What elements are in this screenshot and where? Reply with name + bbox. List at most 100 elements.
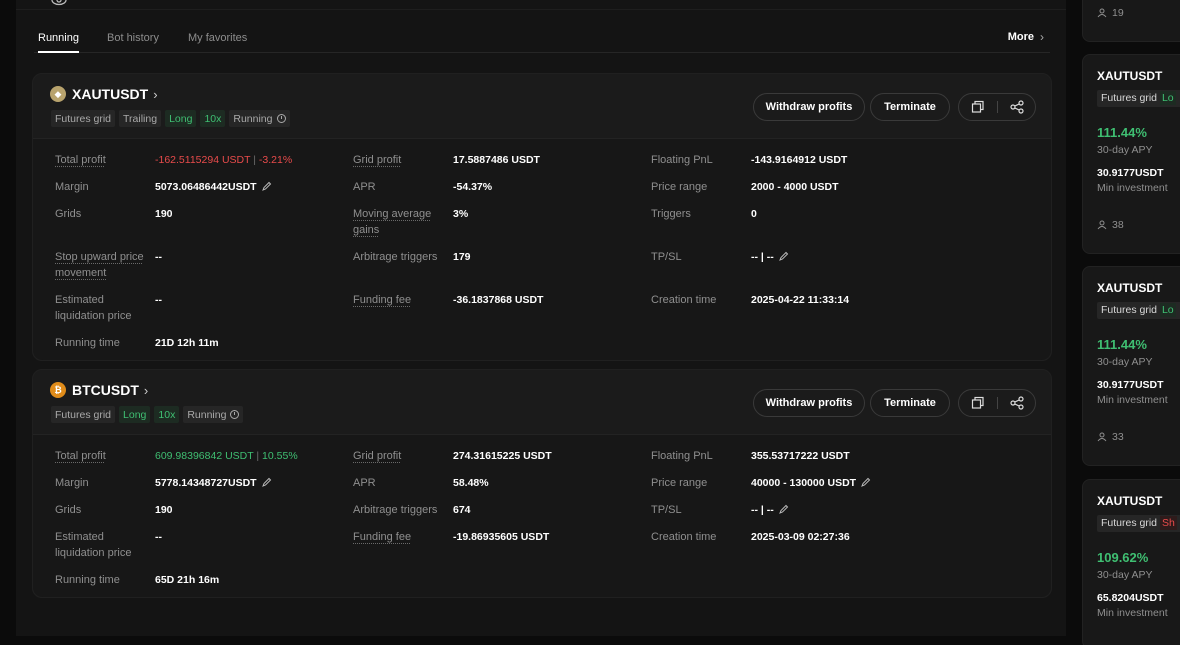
withdraw-profits-button[interactable]: Withdraw profits (753, 93, 865, 121)
grid-profit-label[interactable]: Grid profit (353, 448, 401, 464)
tab-bot-history[interactable]: Bot history (107, 32, 159, 44)
grids-label: Grids (55, 208, 82, 220)
funding-fee-value: -19.86935605 USDT (453, 531, 550, 543)
rec-apy: 111.44% (1097, 125, 1147, 140)
top-bar (16, 0, 1066, 10)
total-profit: -162.5115294 USDT | -3.21% (155, 152, 292, 168)
users-count-value: 33 (1112, 431, 1124, 443)
total-profit-label[interactable]: Total profit (55, 448, 106, 464)
stop-upward-value: -- (155, 251, 162, 263)
recommended-bots-column: 19 XAUTUSDT Futures grid Lo 111.44% 30-d… (1072, 0, 1180, 645)
rec-tags: Futures grid Sh (1097, 515, 1180, 532)
left-edge (0, 0, 14, 645)
terminate-button[interactable]: Terminate (870, 93, 950, 121)
arbitrage-triggers-value: 179 (453, 251, 471, 263)
recommended-bot-card[interactable]: XAUTUSDT Futures grid Sh 109.62% 30-day … (1082, 479, 1180, 645)
price-range-label: Price range (651, 181, 708, 193)
pencil-icon[interactable] (778, 504, 789, 514)
rec-type: Futures grid (1101, 304, 1158, 316)
liquidation-price-label: Estimated liquidation price (55, 292, 131, 324)
rec-type: Futures grid (1101, 517, 1158, 529)
rec-apy-label: 30-day APY (1097, 356, 1153, 368)
arbitrage-triggers-label: Arbitrage triggers (353, 504, 438, 516)
tag-leverage: 10x (200, 110, 226, 127)
grid-profit-value: 274.31615225 USDT (453, 450, 552, 462)
pencil-icon[interactable] (861, 477, 871, 487)
running-time-label: Running time (55, 337, 120, 349)
price-range-label: Price range (651, 477, 708, 489)
recommended-bot-card[interactable]: XAUTUSDT Futures grid Lo 111.44% 30-day … (1082, 54, 1180, 254)
divider (996, 397, 998, 409)
pencil-icon[interactable] (778, 251, 789, 261)
copy-icon[interactable] (971, 396, 985, 410)
margin-field: 5073.06486442USDT (155, 179, 272, 195)
floating-pnl-value: 355.53717222 USDT (751, 450, 850, 462)
margin-value: 5073.06486442USDT (155, 181, 257, 193)
bot-card: ₿ BTCUSDT › Futures grid Long 10x Runnin… (32, 369, 1052, 598)
tag-trailing: Trailing (119, 110, 162, 127)
total-profit-value: -162.5115294 USDT (155, 154, 251, 166)
clock-icon (230, 410, 240, 419)
tpsl-value: -- | -- (751, 251, 774, 263)
users-count: 33 (1097, 431, 1124, 443)
margin-label: Margin (55, 181, 89, 193)
more-link[interactable]: More › (1008, 30, 1044, 44)
funding-fee-value: -36.1837868 USDT (453, 294, 544, 306)
withdraw-profits-button[interactable]: Withdraw profits (753, 389, 865, 417)
rec-pair: XAUTUSDT (1097, 494, 1163, 508)
tpsl-field: -- | -- (751, 249, 789, 265)
pencil-icon[interactable] (261, 181, 272, 191)
tag-status: Running (229, 110, 290, 127)
price-range-field: 40000 - 130000 USDT (751, 475, 871, 491)
pencil-icon[interactable] (261, 477, 272, 487)
users-icon (1097, 220, 1107, 230)
liquidation-price-value: -- (155, 531, 162, 543)
tag-type: Futures grid (51, 406, 116, 423)
grid-profit-label[interactable]: Grid profit (353, 152, 401, 168)
arbitrage-triggers-label: Arbitrage triggers (353, 251, 438, 263)
rec-tags: Futures grid Lo (1097, 90, 1180, 107)
tpsl-value: -- | -- (751, 504, 774, 516)
bot-pair-link[interactable]: BTCUSDT › (72, 382, 148, 398)
bot-card-header: ◆ XAUTUSDT › Futures grid Trailing Long … (33, 74, 1051, 138)
label-line: liquidation price (55, 547, 132, 559)
total-profit-pct: 10.55% (262, 450, 298, 462)
share-icon[interactable] (1009, 100, 1024, 114)
copy-icon[interactable] (971, 100, 985, 114)
total-profit-pct: -3.21% (258, 154, 293, 166)
recommended-bot-card[interactable]: 19 (1082, 0, 1180, 42)
liquidation-price-label: Estimated liquidation price (55, 529, 131, 561)
rec-min-investment-label: Min investment (1097, 394, 1168, 406)
margin-field: 5778.14348727USDT (155, 475, 272, 491)
gold-coin-icon: ◆ (50, 86, 66, 102)
apr-value: -54.37% (453, 181, 493, 193)
bot-pair-link[interactable]: XAUTUSDT › (72, 86, 158, 102)
bot-actions-group (958, 389, 1036, 417)
tab-my-favorites[interactable]: My favorites (188, 32, 247, 44)
bot-card: ◆ XAUTUSDT › Futures grid Trailing Long … (32, 73, 1052, 361)
rec-min-investment-label: Min investment (1097, 607, 1168, 619)
bot-tags: Futures grid Trailing Long 10x Running (51, 110, 290, 127)
bot-pair: BTCUSDT (72, 382, 139, 398)
stop-upward-label[interactable]: Stop upward price movement (55, 249, 144, 281)
funding-fee-label[interactable]: Funding fee (353, 292, 411, 308)
moving-average-gains-label[interactable]: Moving average gains (353, 206, 431, 238)
total-profit-label[interactable]: Total profit (55, 152, 106, 168)
funding-fee-label[interactable]: Funding fee (353, 529, 411, 545)
more-label: More (1007, 31, 1034, 43)
terminate-button[interactable]: Terminate (870, 389, 950, 417)
eye-icon[interactable] (50, 0, 68, 8)
grids-label: Grids (55, 504, 82, 516)
creation-time-label: Creation time (651, 294, 717, 306)
apr-label: APR (353, 181, 376, 193)
share-icon[interactable] (1009, 396, 1024, 410)
floating-pnl-value: -143.9164912 USDT (751, 154, 848, 166)
grid-profit-value: 17.5887486 USDT (453, 154, 540, 166)
price-range-value: 2000 - 4000 USDT (751, 181, 839, 193)
recommended-bot-card[interactable]: XAUTUSDT Futures grid Lo 111.44% 30-day … (1082, 266, 1180, 466)
users-icon (1097, 8, 1107, 18)
rec-pair: XAUTUSDT (1097, 281, 1163, 295)
triggers-label: Triggers (651, 208, 691, 220)
grids-value: 190 (155, 504, 173, 516)
tab-running[interactable]: Running (38, 32, 79, 53)
